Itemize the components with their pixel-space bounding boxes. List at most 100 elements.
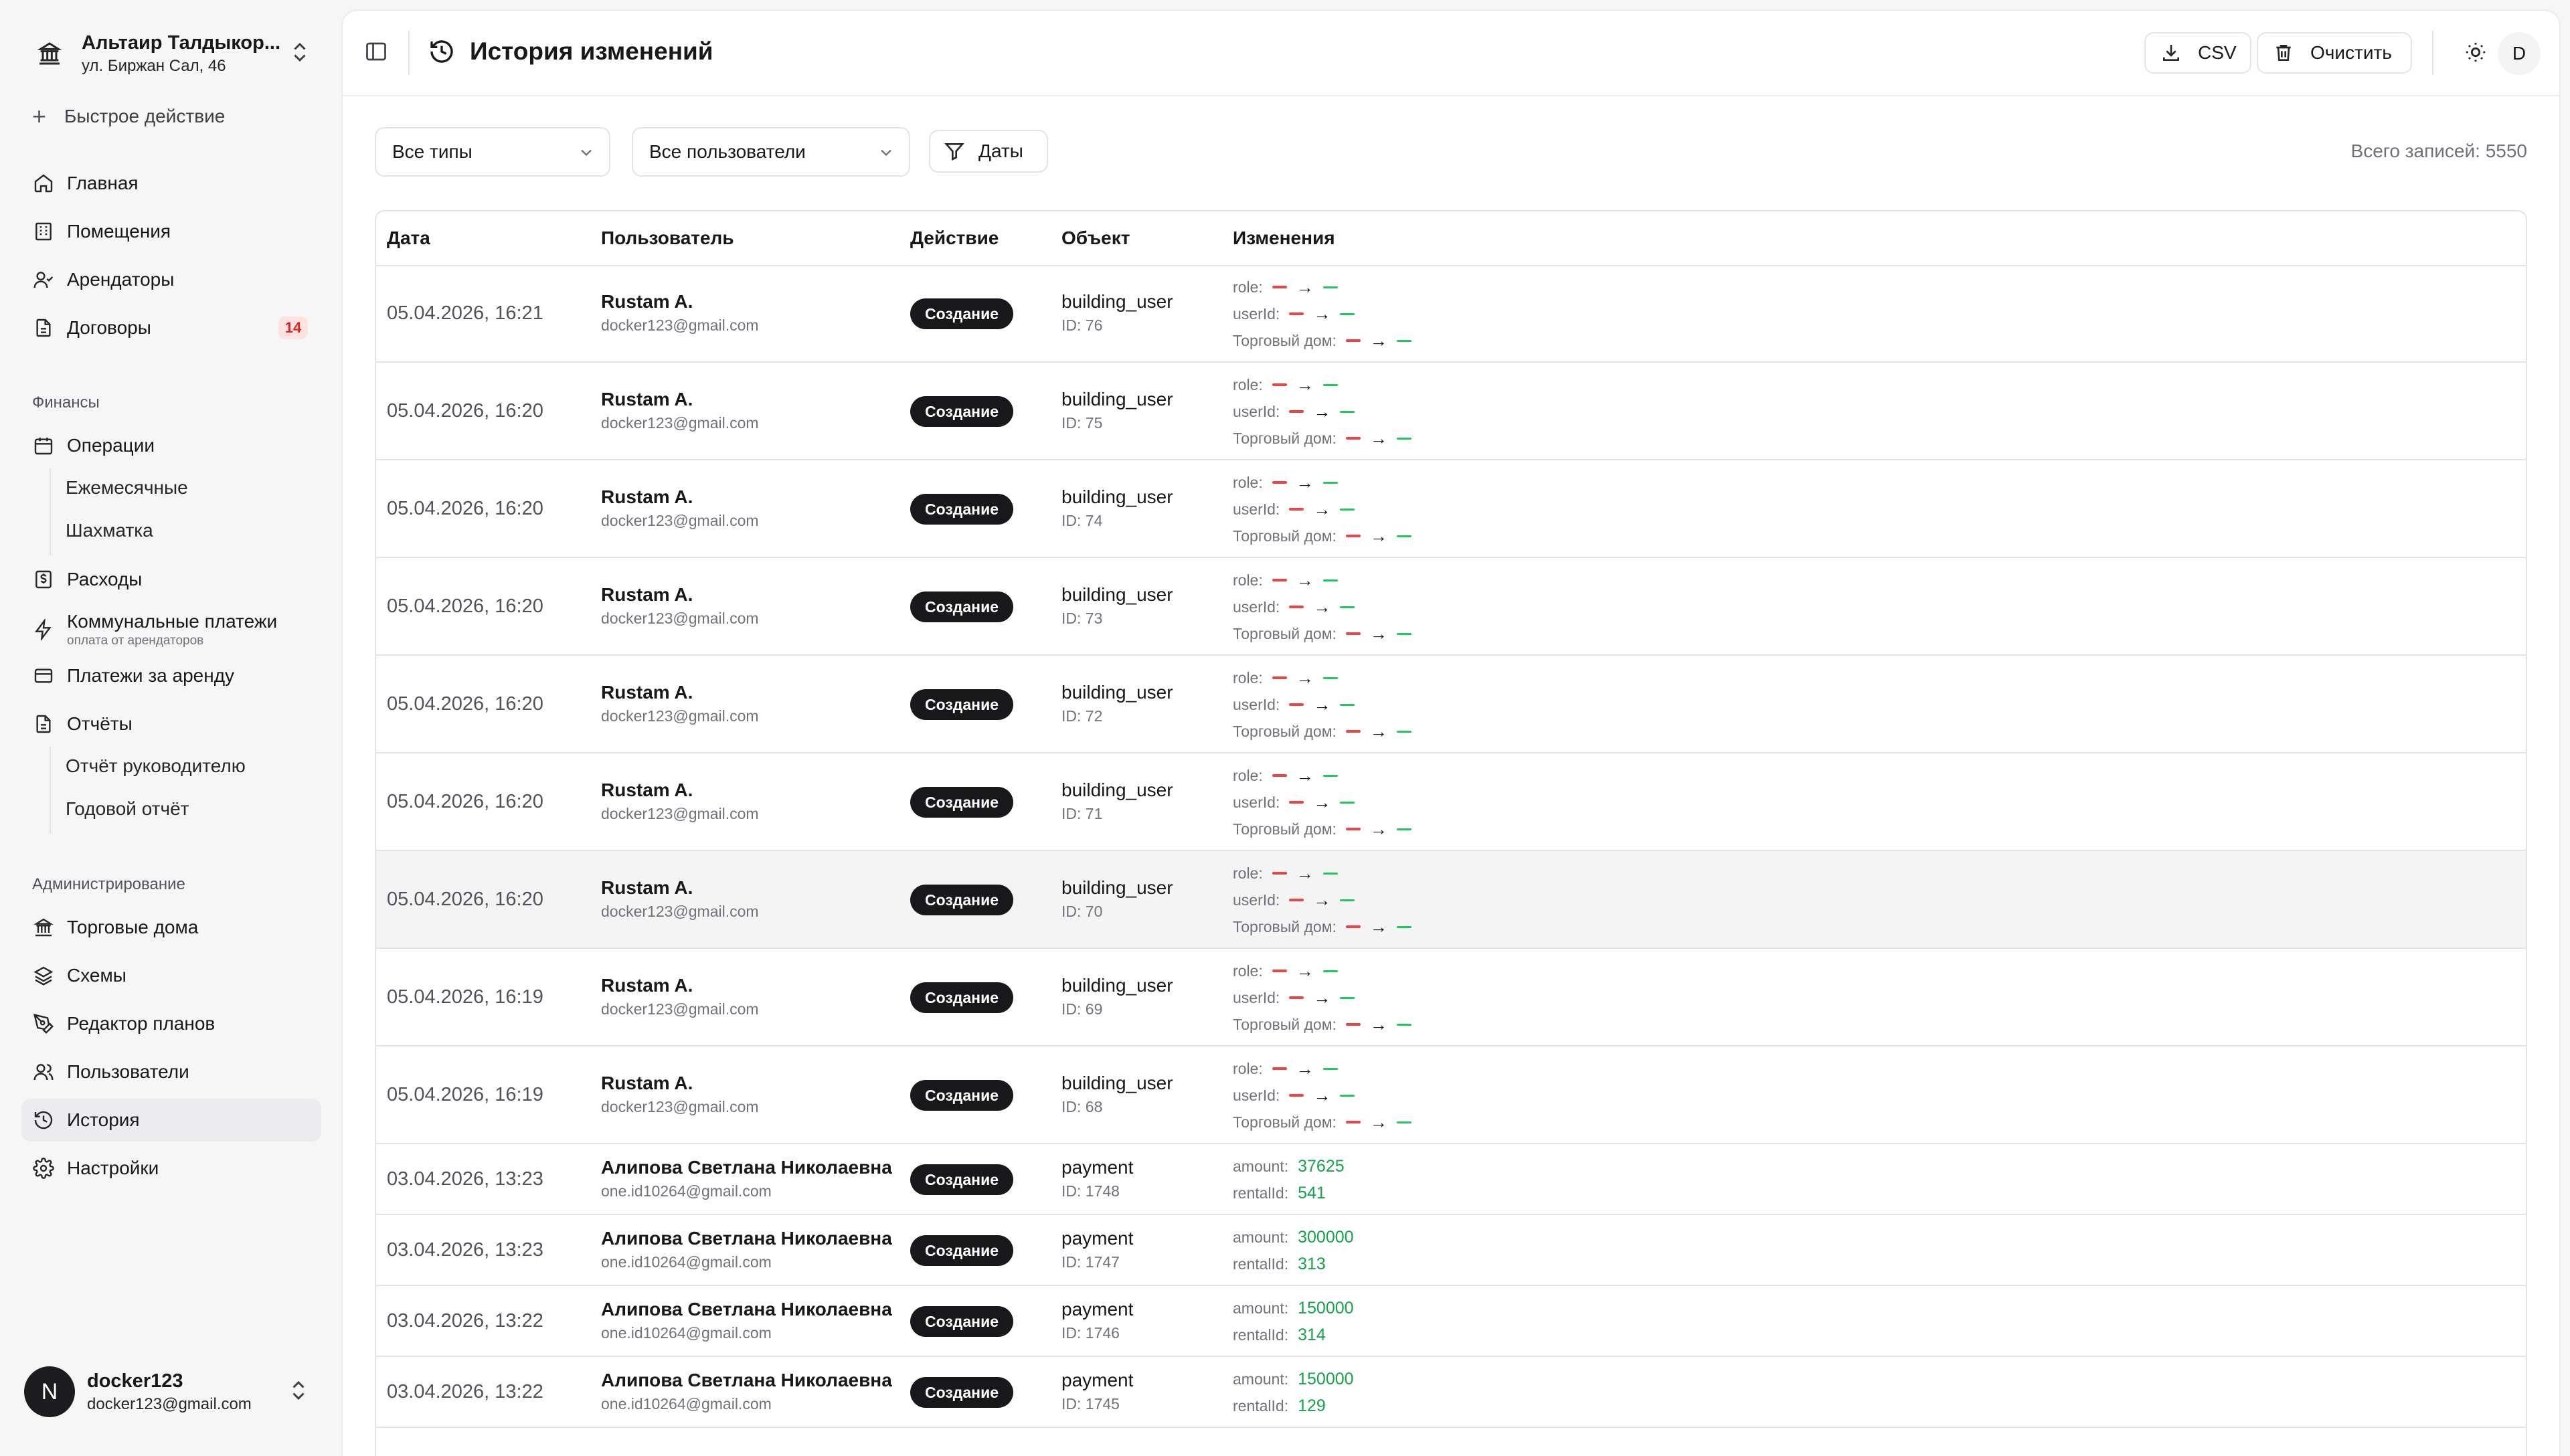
user-filter-select[interactable]: Все пользователи [632,127,910,177]
row-date: 03.04.2026, 13:23 [387,1168,543,1190]
arrow-right-icon: → [1369,1112,1387,1132]
new-value-empty [1396,828,1411,830]
user-menu[interactable]: N docker123 docker123@gmail.com [19,1360,324,1424]
row-object: payment ID: 1747 [1061,1228,1133,1271]
change-line: role: → [1233,664,1411,691]
old-value-empty [1345,925,1361,928]
avatar: N [24,1366,75,1417]
change-key: role: [1233,962,1263,980]
sidebar-item-label: Коммунальные платежи [67,611,278,632]
table-row[interactable]: 05.04.2026, 16:20 Rustam A. docker123@gmai… [376,558,2526,656]
arrow-right-icon: → [1296,375,1314,395]
old-value-empty [1289,899,1304,901]
finance-section-title: Финансы [32,393,100,412]
arrow-right-icon: → [1296,570,1314,590]
row-object-id: ID: 1747 [1061,1253,1120,1271]
sidebar-item-home[interactable]: Главная [21,162,321,205]
table-row[interactable]: 05.04.2026, 16:20 Rustam A. docker123@gmai… [376,656,2526,753]
table-row[interactable]: 05.04.2026, 16:21 Rustam A. docker123@gmai… [376,265,2526,363]
old-value-empty [1272,970,1287,972]
table-row[interactable]: 05.04.2026, 16:19 Rustam A. docker123@gmai… [376,949,2526,1046]
change-line: role: → [1233,567,1411,594]
file-text-icon [32,713,55,735]
change-key: role: [1233,1059,1263,1077]
home-icon [32,172,55,195]
new-value-empty [1396,535,1411,537]
row-user-name: Алипова Светлана Николаевна [601,1228,892,1249]
old-value-empty [1345,632,1361,635]
row-user-email: docker123@gmail.com [601,707,759,725]
table-row[interactable]: 03.04.2026, 13:22 Алипова Светлана Никола… [376,1286,2526,1357]
action-badge: Создание [910,1164,1014,1195]
action-badge: Создание [910,592,1014,622]
sidebar-subitem-monthly[interactable]: Ежемесячные [66,477,188,498]
change-key: userId: [1233,304,1280,323]
sidebar-item-tenants[interactable]: Арендаторы [21,258,321,301]
table-row[interactable]: 05.04.2026, 16:19 Rustam A. docker123@gmai… [376,1046,2526,1144]
sidebar-item-schemes[interactable]: Схемы [21,954,321,997]
sun-icon[interactable] [2464,41,2488,65]
csv-export-button[interactable]: CSV [2144,32,2251,74]
sidebar-item-expenses[interactable]: Расходы [21,558,321,601]
sidebar-item-reports[interactable]: Отчёты [21,703,321,745]
table-row[interactable]: 03.04.2026, 13:23 Алипова Светлана Никола… [376,1144,2526,1215]
organization-switcher[interactable]: Альтаир Талдыкор... ул. Биржан Сал, 46 [19,20,324,87]
change-key: amount: [1233,1228,1289,1246]
row-user-name: Rustam A. [601,1073,693,1093]
sidebar-item-contracts[interactable]: Договоры 14 [21,306,321,349]
arrow-right-icon: → [1296,1059,1314,1079]
change-key: Торговый дом: [1233,429,1337,447]
old-value-empty [1345,535,1361,537]
sidebar-item-rent-payments[interactable]: Платежи за аренду [21,654,321,697]
row-object-id: ID: 74 [1061,512,1103,529]
sidebar-subitem-annual-report[interactable]: Годовой отчёт [66,798,189,820]
change-key: role: [1233,668,1263,687]
row-object: payment ID: 1745 [1061,1370,1133,1413]
change-line: userId: → [1233,984,1411,1011]
change-line: role: → [1233,371,1411,398]
arrow-right-icon: → [1313,304,1331,324]
sidebar-item-operations[interactable]: Операции [21,424,321,467]
row-object-id: ID: 75 [1061,414,1103,432]
sidebar-item-utilities[interactable]: Коммунальные платежи оплата от арендатор… [21,606,321,653]
user-email: docker123@gmail.com [87,1394,252,1413]
change-key: role: [1233,278,1263,296]
row-date: 03.04.2026, 13:22 [387,1310,543,1332]
sidebar-item-settings[interactable]: Настройки [21,1147,321,1190]
new-value-empty [1340,410,1355,413]
table-row[interactable]: 03.04.2026, 13:22 Алипова Светлана Никола… [376,1357,2526,1428]
row-object: payment ID: 1746 [1061,1299,1133,1342]
row-object-id: ID: 68 [1061,1098,1103,1115]
sidebar-subitem-manager-report[interactable]: Отчёт руководителю [66,755,246,777]
row-object: building_user ID: 73 [1061,584,1173,628]
settings-icon [32,1157,55,1180]
action-badge: Создание [910,298,1014,329]
profile-avatar[interactable]: D [2498,32,2541,75]
table-row[interactable]: 05.04.2026, 16:20 Rustam A. docker123@gmai… [376,363,2526,460]
sidebar-item-history[interactable]: История [21,1099,321,1142]
sidebar-toggle-icon[interactable] [364,39,391,66]
sidebar-item-plan-editor[interactable]: Редактор планов [21,1002,321,1045]
quick-action-button[interactable]: + Быстрое действие [32,104,225,128]
sidebar-item-rooms[interactable]: Помещения [21,210,321,253]
table-row[interactable]: 05.04.2026, 16:20 Rustam A. docker123@gmai… [376,460,2526,558]
table-row[interactable]: 05.04.2026, 16:20 Rustam A. docker123@gmai… [376,753,2526,851]
change-key: role: [1233,864,1263,882]
table-row[interactable]: 03.04.2026, 13:23 Алипова Светлана Никола… [376,1215,2526,1286]
change-key: role: [1233,571,1263,589]
sidebar-item-label: Помещения [67,221,171,242]
history-icon [32,1109,55,1131]
clear-button[interactable]: Очистить [2257,32,2412,74]
sidebar-item-users[interactable]: Пользователи [21,1051,321,1093]
sidebar-subitem-chess[interactable]: Шахматка [66,520,153,541]
sidebar-item-trade-houses[interactable]: Торговые дома [21,906,321,949]
table-row[interactable]: 05.04.2026, 16:20 Rustam A. docker123@gmai… [376,851,2526,949]
zap-icon [32,618,55,641]
dates-filter-button[interactable]: Даты [929,130,1048,173]
arrow-right-icon: → [1296,472,1314,492]
file-text-icon [32,316,55,339]
row-user-name: Алипова Светлана Николаевна [601,1157,892,1178]
old-value-empty [1272,872,1287,875]
type-filter-select[interactable]: Все типы [375,127,610,177]
row-object: building_user ID: 70 [1061,877,1173,921]
